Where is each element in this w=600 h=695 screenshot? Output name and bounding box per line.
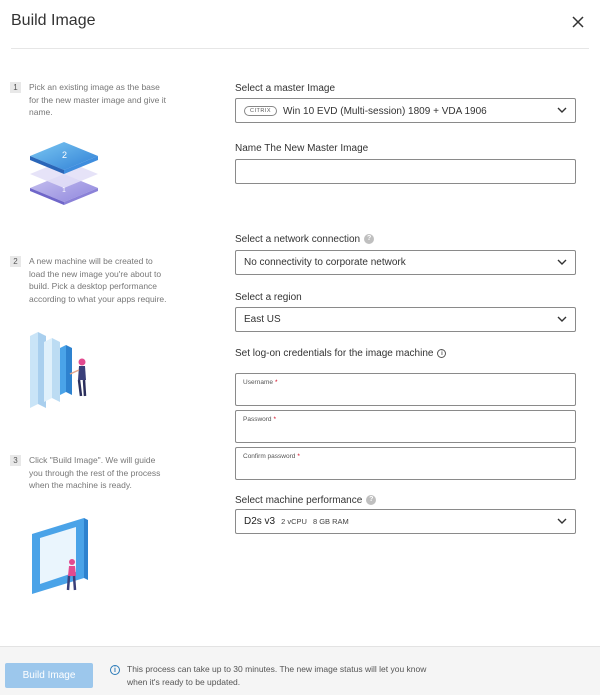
dialog-title: Build Image: [11, 12, 96, 29]
layers-illustration-icon: 2 1: [30, 142, 98, 205]
help-icon[interactable]: ?: [366, 495, 377, 506]
svg-text:1: 1: [62, 187, 66, 194]
footer-message: This process can take up to 30 minutes. …: [127, 664, 427, 687]
master-image-label: Select a master Image: [235, 83, 336, 94]
dialog-footer: Build Image i This process can take up t…: [0, 646, 600, 695]
chevron-down-icon: [557, 316, 567, 322]
performance-label-text: Select machine performance: [235, 495, 363, 506]
step-text: A new machine will be created to load th…: [29, 256, 167, 304]
chevron-down-icon: [557, 107, 567, 113]
network-value: No connectivity to corporate network: [244, 257, 406, 268]
confirm-password-label: Confirm password *: [243, 453, 300, 460]
username-field[interactable]: Username *: [235, 373, 576, 406]
step-number: 1: [10, 82, 21, 93]
build-image-button[interactable]: Build Image: [5, 663, 93, 688]
network-label-text: Select a network connection: [235, 234, 361, 245]
performance-select[interactable]: D2s v3 2 vCPU 8 GB RAM: [235, 509, 576, 534]
help-icon[interactable]: ?: [364, 234, 375, 245]
network-select[interactable]: No connectivity to corporate network: [235, 250, 576, 275]
new-image-name-input[interactable]: [235, 159, 576, 184]
region-value: East US: [244, 314, 281, 325]
password-field[interactable]: Password *: [235, 410, 576, 443]
master-image-select[interactable]: CITRIX Win 10 EVD (Multi-session) 1809 + …: [235, 98, 576, 123]
performance-ram: 8 GB RAM: [312, 517, 349, 526]
close-icon[interactable]: [570, 14, 586, 30]
step-text: Click "Build Image". We will guide you t…: [29, 455, 161, 490]
header-divider: [11, 48, 589, 49]
credentials-label: Set log-on credentials for the image mac…: [235, 348, 447, 359]
performance-name: D2s v3: [244, 516, 276, 527]
step-text: Pick an existing image as the base for t…: [29, 82, 167, 117]
screen-person-illustration-icon: [32, 518, 88, 594]
citrix-badge: CITRIX: [244, 106, 278, 117]
credentials-label-text: Set log-on credentials for the image mac…: [235, 348, 434, 359]
master-image-value: Win 10 EVD (Multi-session) 1809 + VDA 19…: [283, 106, 487, 117]
step-number: 2: [10, 256, 21, 267]
new-image-name-label: Name The New Master Image: [235, 143, 369, 154]
info-icon: i: [110, 665, 120, 675]
server-person-illustration-icon: [30, 332, 87, 408]
password-label: Password *: [243, 416, 277, 423]
chevron-down-icon: [557, 259, 567, 265]
confirm-password-field[interactable]: Confirm password *: [235, 447, 576, 480]
network-label: Select a network connection?: [235, 234, 375, 245]
username-label: Username *: [243, 379, 278, 386]
svg-text:2: 2: [62, 150, 67, 160]
info-icon[interactable]: i: [437, 348, 447, 358]
region-select[interactable]: East US: [235, 307, 576, 332]
performance-cpu: 2 vCPU: [281, 517, 307, 526]
chevron-down-icon: [557, 518, 567, 524]
performance-label: Select machine performance?: [235, 495, 377, 506]
region-label: Select a region: [235, 292, 302, 303]
step-number: 3: [10, 455, 21, 466]
dialog-header: Build Image: [0, 0, 600, 48]
